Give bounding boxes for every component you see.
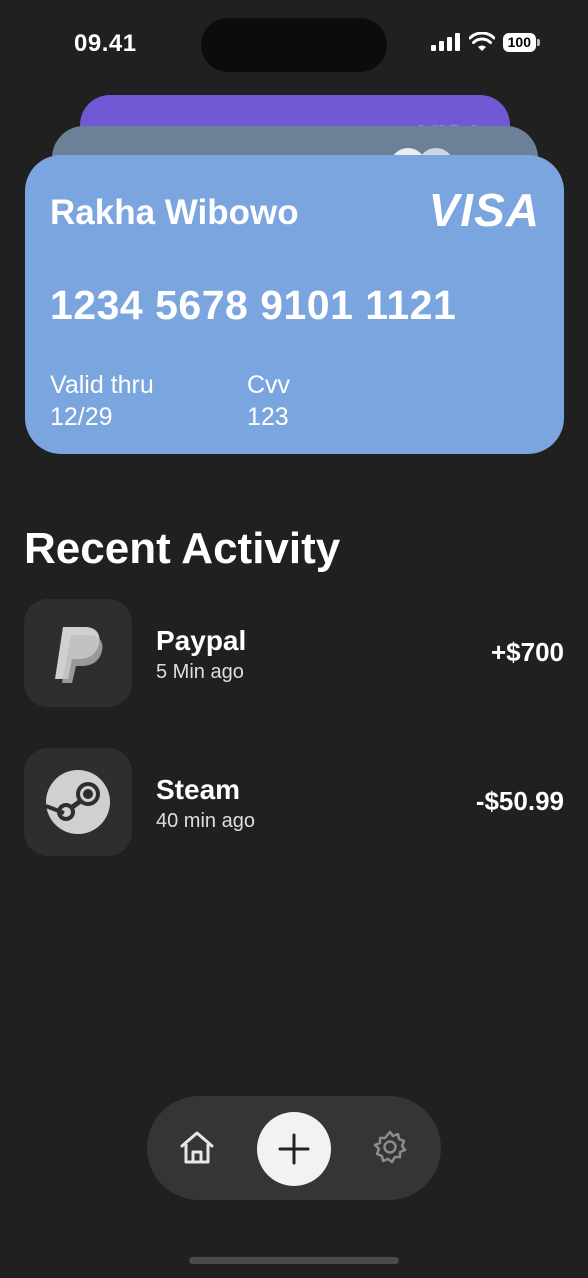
add-button[interactable] — [257, 1112, 331, 1186]
cvv-value: 123 — [247, 403, 289, 431]
cardholder-name: Rakha Wibowo — [50, 193, 299, 232]
activity-amount: -$50.99 — [475, 786, 564, 816]
gear-icon[interactable] — [372, 1129, 408, 1165]
valid-thru-block: Valid thru 12/29 — [50, 369, 154, 433]
activity-name: Paypal — [156, 625, 247, 656]
activity-item-steam[interactable]: Steam 40 min ago -$50.99 — [24, 748, 564, 856]
activity-amount: +$700 — [490, 637, 564, 667]
activity-item-paypal[interactable]: Paypal 5 Min ago +$700 — [24, 599, 564, 707]
valid-thru-label: Valid thru — [50, 371, 154, 399]
bottom-nav — [147, 1096, 441, 1200]
valid-thru-value: 12/29 — [50, 403, 113, 431]
activity-name: Steam — [156, 774, 241, 805]
activity-time: 5 Min ago — [156, 661, 244, 683]
plus-icon — [278, 1133, 310, 1165]
card-stack[interactable]: VISA Rakha Wibowo VISA 1234 5678 9101 11… — [0, 0, 588, 470]
home-indicator — [189, 1257, 399, 1264]
paypal-icon — [24, 599, 132, 707]
cvv-block: Cvv 123 — [247, 369, 290, 433]
visa-logo: VISA — [428, 184, 540, 236]
recent-activity-title: Recent Activity — [24, 524, 341, 573]
card-number: 1234 5678 9101 1121 — [50, 282, 457, 328]
home-icon[interactable] — [177, 1128, 217, 1168]
card-front[interactable]: Rakha Wibowo VISA 1234 5678 9101 1121 Va… — [25, 155, 564, 454]
activity-time: 40 min ago — [156, 810, 255, 832]
steam-icon — [24, 748, 132, 856]
cvv-label: Cvv — [247, 371, 291, 399]
